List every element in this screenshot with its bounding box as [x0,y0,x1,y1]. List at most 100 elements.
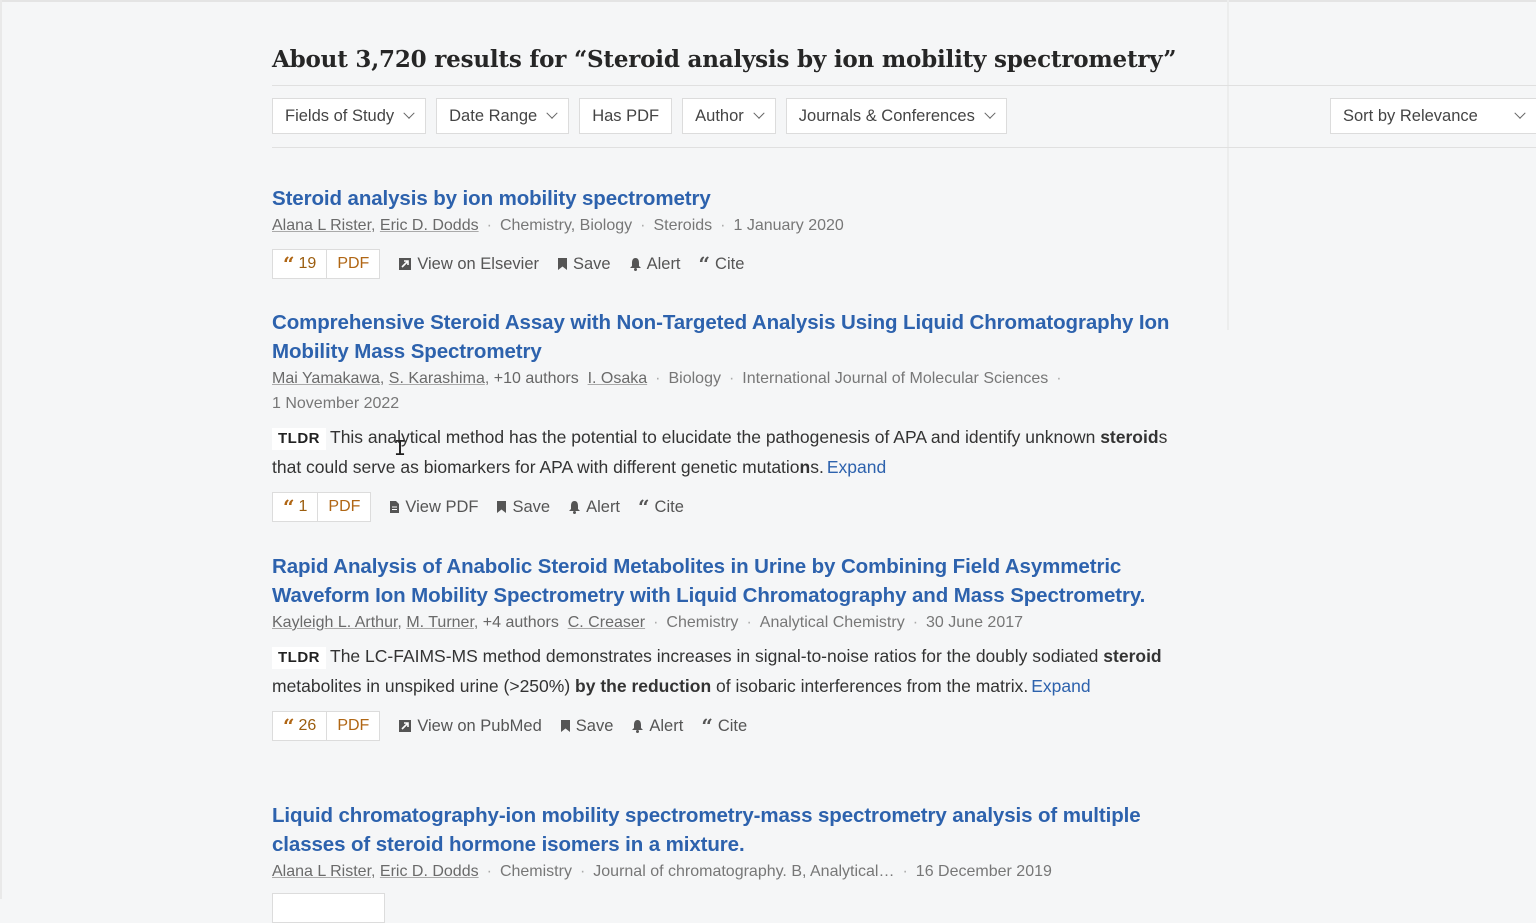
separator-dot: · [640,217,646,234]
author-link[interactable]: C. Creaser [568,614,645,631]
save-label: Save [572,254,611,273]
separator-dot: · [746,614,752,631]
tldr-text: metabolites in unspiked urine (>250%) [272,676,576,696]
paper-title-link[interactable]: Rapid Analysis of Anabolic Steroid Metab… [272,552,1172,610]
author-link[interactable]: Eric D. Dodds [380,217,479,234]
paper-actions [272,893,1172,923]
bell-icon [629,257,642,271]
view-external-button[interactable]: View on Elsevier [398,255,539,274]
bookmark-icon [557,257,568,271]
separator-dot: · [1056,370,1062,387]
separator-dot: · [912,614,919,631]
citation-count: 19 [298,255,317,272]
citation-count-button[interactable]: “26 [273,712,328,740]
pdf-button[interactable]: PDF [318,493,370,521]
author-link[interactable]: Kayleigh L. Arthur [272,614,397,631]
tldr-text: This analytical method has the potential… [330,427,1101,447]
cite-label: Cite [654,497,684,516]
publication-date: 30 June 2017 [926,614,1024,631]
bell-icon [631,719,644,733]
cite-label: Cite [717,716,748,735]
pdf-button[interactable]: PDF [327,712,379,740]
alert-button[interactable]: Alert [629,255,681,274]
citation-pdf-group: “1 PDF [272,492,372,522]
alert-label: Alert [586,497,621,516]
author-link[interactable]: I. Osaka [588,370,648,387]
paper-title-link[interactable]: Liquid chromatography-ion mobility spect… [272,801,1172,859]
separator-dot: · [902,863,908,880]
bookmark-icon [560,719,571,733]
toggle-label: Has PDF [592,106,660,125]
tldr-highlight: by [575,676,596,696]
paper-result: Steroid analysis by ion mobility spectro… [272,184,1172,279]
more-authors-link[interactable]: +10 authors [494,370,579,387]
fields-of-study: Chemistry [666,614,739,631]
dropdown-label: Fields of Study [285,106,395,125]
left-border [0,0,2,899]
results-heading: About 3,720 results for “Steroid analysi… [272,46,1177,73]
alert-button[interactable]: Alert [631,717,683,736]
divider [272,147,1536,148]
separator-dot: · [653,614,659,631]
cite-button[interactable]: “ Cite [699,254,745,274]
expand-link[interactable]: Expand [827,457,886,477]
quote-icon: “ [701,714,713,738]
paper-result: Liquid chromatography-ion mobility spect… [272,801,1172,923]
author-link[interactable]: S. Karashima [389,370,485,387]
publication-date: 16 December 2019 [915,863,1052,880]
save-button[interactable]: Save [496,498,550,517]
cite-label: Cite [715,254,745,273]
quote-icon: “ [283,495,295,519]
cite-button[interactable]: “ Cite [638,497,684,517]
view-label: View on PubMed [417,716,542,735]
separator-dot: · [720,217,726,234]
tldr-text: of isobaric interferences from the matri… [711,676,1029,696]
chevron-down-icon [984,107,996,119]
fields-of-study-dropdown[interactable]: Fields of Study [272,98,427,134]
quote-icon: “ [283,714,295,738]
pdf-button[interactable]: PDF [327,250,379,278]
has-pdf-toggle[interactable]: Has PDF [579,98,673,134]
alert-button[interactable]: Alert [568,498,620,517]
author-dropdown[interactable]: Author [682,98,776,134]
tldr-highlight: steroid [1100,427,1159,447]
view-label: View PDF [405,497,479,516]
author-link[interactable]: Alana L Rister [272,217,371,234]
author-link[interactable]: Eric D. Dodds [380,863,479,880]
tldr-label: TLDR [272,647,326,669]
quote-icon: “ [698,252,711,276]
tldr-text: s. [810,457,824,477]
view-external-button[interactable]: View on PubMed [398,716,542,736]
citation-count-button[interactable]: “1 [273,493,319,521]
more-authors-link[interactable]: +4 authors [483,614,559,631]
view-pdf-button[interactable]: View PDF [389,498,478,517]
tldr-summary: TLDR The LC-FAIMS-MS method demonstrates … [272,641,1172,701]
separator-dot: · [486,863,492,880]
paper-title-link[interactable]: Steroid analysis by ion mobility spectro… [272,184,1172,213]
tldr-summary: TLDR This analytical method has the poten… [272,422,1172,482]
external-link-icon [398,719,412,733]
venue: Steroids [653,217,713,234]
date-range-dropdown[interactable]: Date Range [436,98,570,134]
sort-dropdown[interactable]: Sort by Relevance [1330,98,1536,134]
fields-of-study: Chemistry [499,863,572,880]
save-button[interactable]: Save [557,255,611,274]
column-divider [1227,0,1229,330]
separator-dot: · [579,863,586,880]
expand-link[interactable]: Expand [1031,676,1090,696]
author-link[interactable]: Alana L Rister [272,863,371,880]
publication-date: 1 January 2020 [733,217,844,234]
cite-button[interactable]: “ Cite [701,716,747,736]
author-link[interactable]: Mai Yamakawa [272,370,380,387]
journals-conferences-dropdown[interactable]: Journals & Conferences [785,98,1007,134]
text-cursor-icon: I [394,436,407,460]
paper-title-link[interactable]: Comprehensive Steroid Assay with Non-Tar… [272,308,1172,366]
divider [272,85,1536,86]
citation-count-button[interactable]: “19 [273,250,328,278]
author-link[interactable]: M. Turner [406,614,474,631]
view-label: View on Elsevier [417,254,539,273]
paper-meta: Mai Yamakawa, S. Karashima, +10 authors … [272,370,1062,412]
dropdown-label: Date Range [449,106,538,125]
publication-date: 1 November 2022 [272,395,400,412]
save-button[interactable]: Save [560,717,613,736]
